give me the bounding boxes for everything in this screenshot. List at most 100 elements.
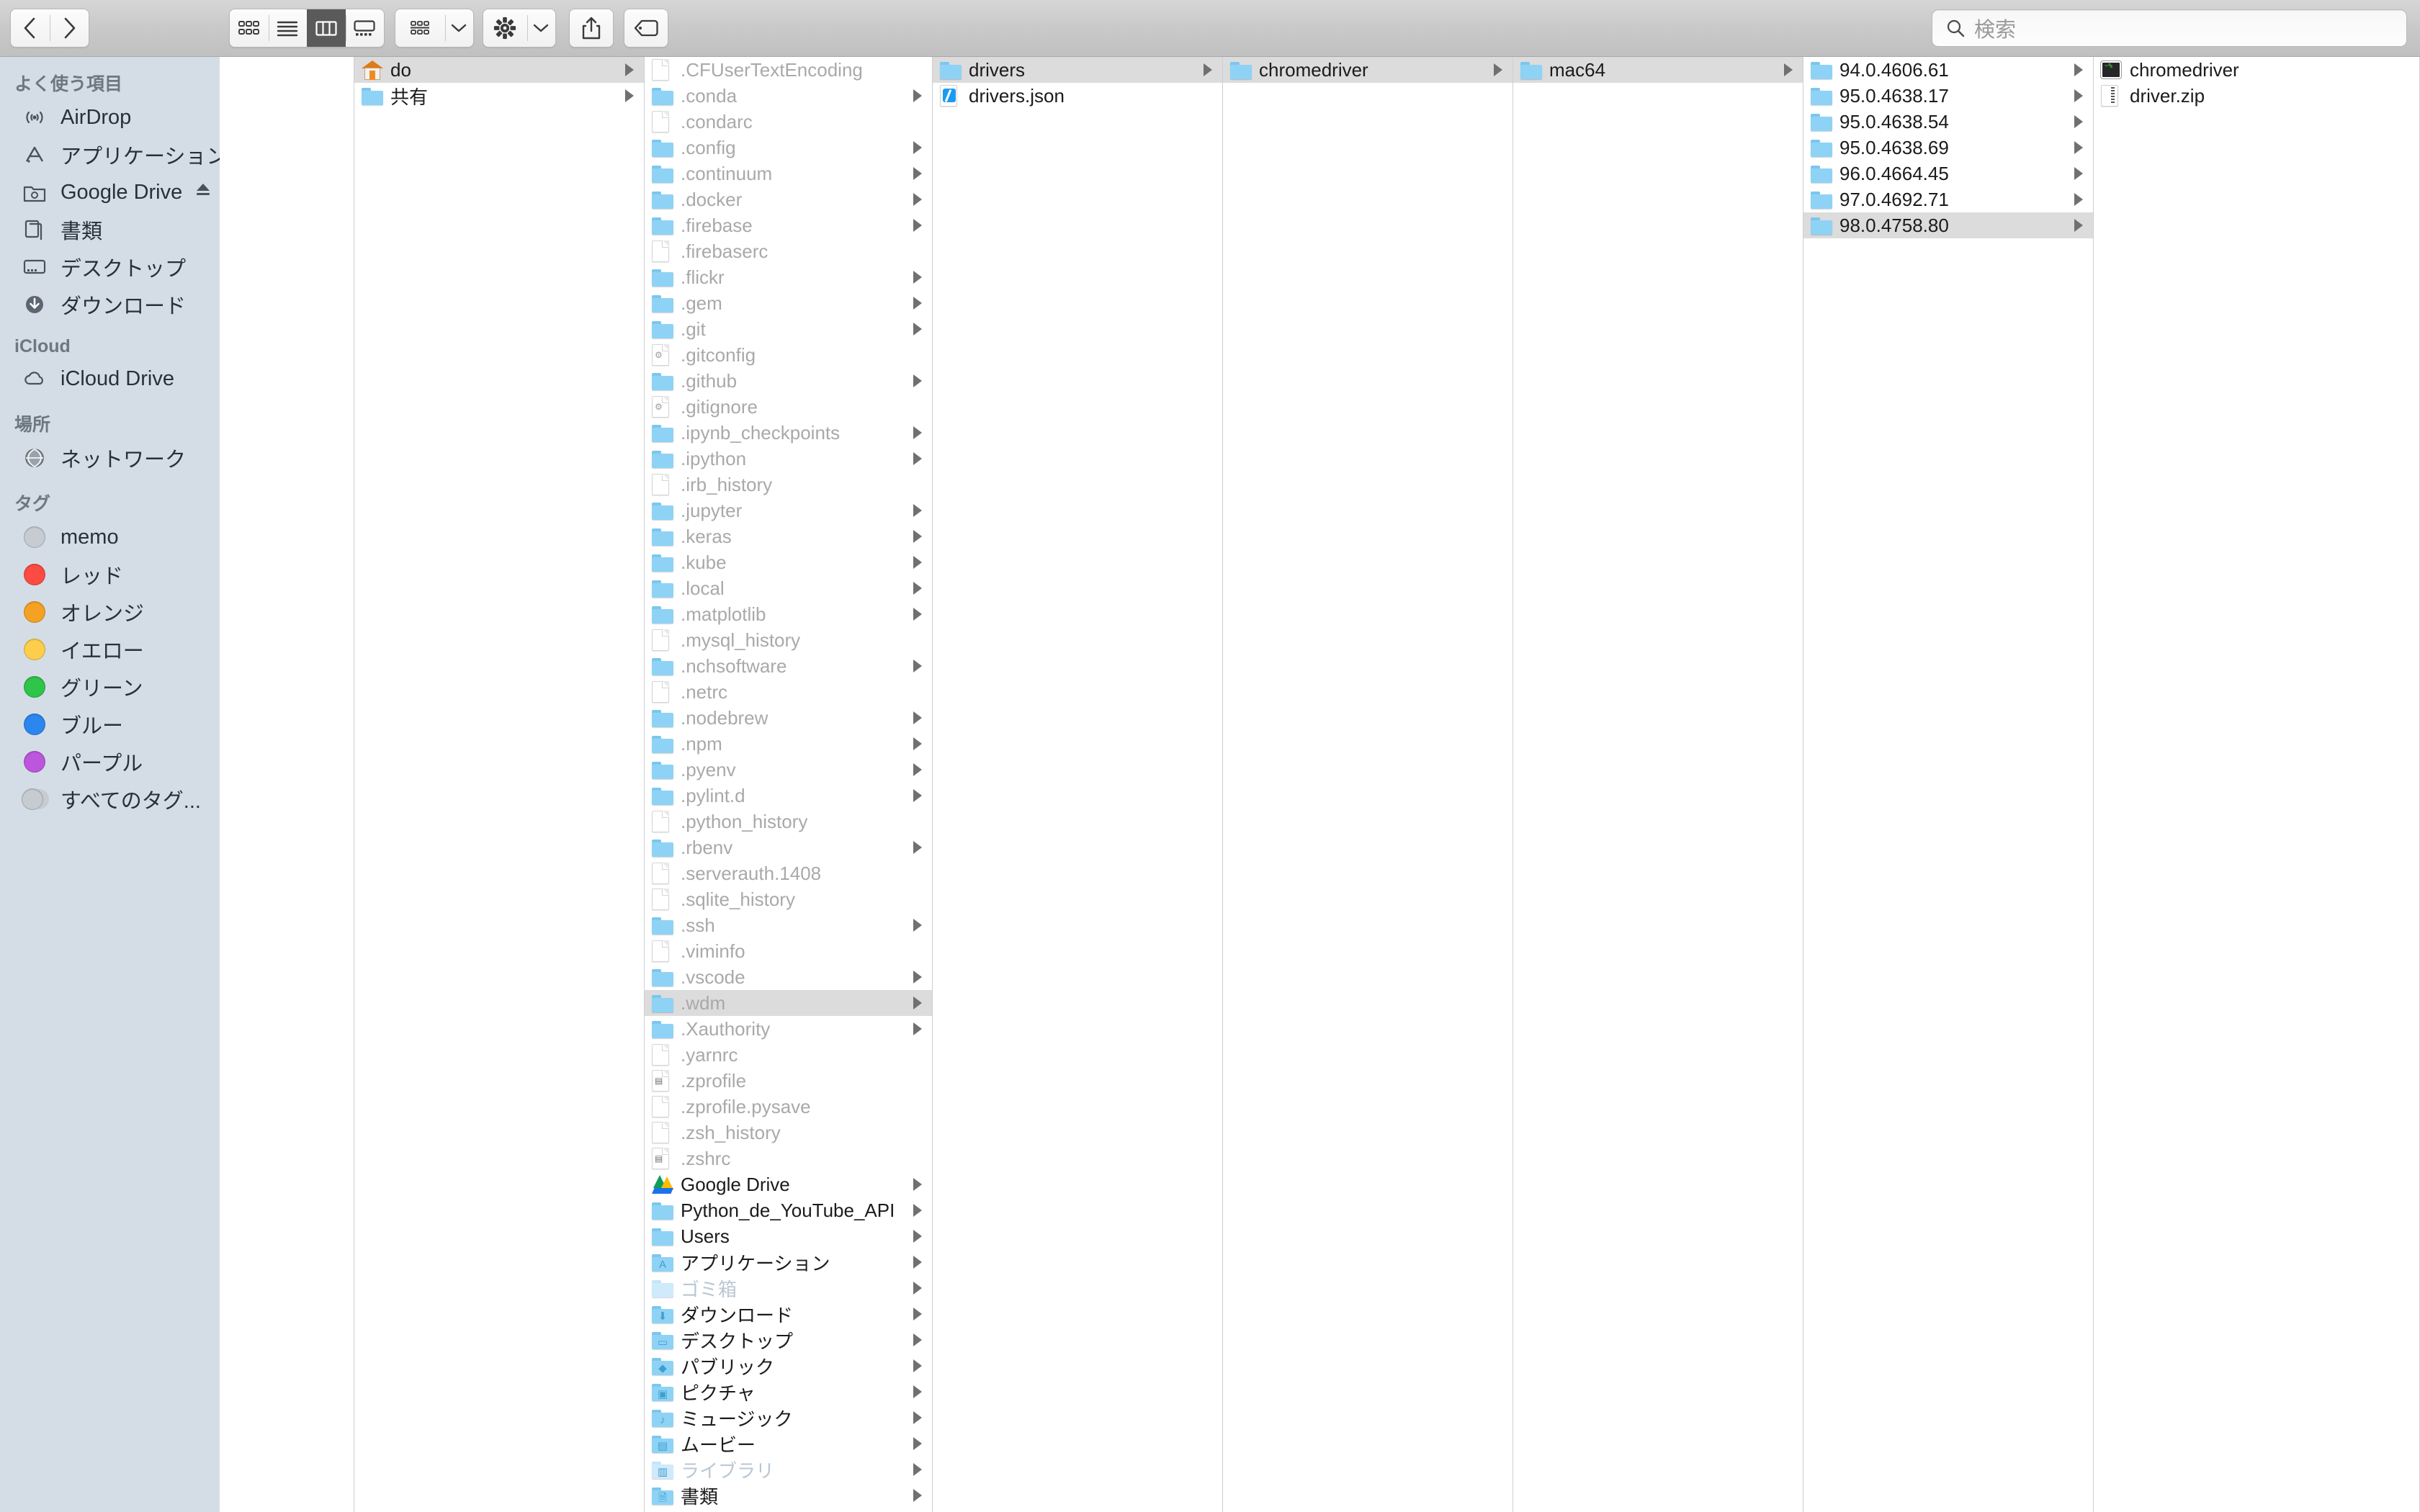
column-row[interactable]: .ipython [645,446,932,472]
column-row[interactable]: Google Drive [645,1171,932,1197]
sidebar-item-[interactable]: グリーン [0,668,220,706]
chevron-right-icon[interactable] [913,737,922,750]
column-row[interactable]: ◆パブリック [645,1353,932,1379]
column-row[interactable]: 97.0.4692.71 [1803,186,2093,212]
column-row[interactable]: .CFUserTextEncoding [645,57,932,83]
column-row[interactable]: .ipynb_checkpoints [645,420,932,446]
column-row[interactable]: .docker [645,186,932,212]
column-row[interactable]: .yarnrc [645,1042,932,1068]
column-row[interactable]: driver.zip [2094,83,2419,109]
sidebar-item-[interactable]: パープル [0,743,220,780]
column-row[interactable]: ⬇ダウンロード [645,1301,932,1327]
column-users[interactable] [220,57,354,1512]
chevron-right-icon[interactable] [913,971,922,984]
column-row[interactable]: 共有 [354,83,644,109]
sidebar-item-google-drive[interactable]: Google Drive [0,174,220,211]
chevron-right-icon[interactable] [1784,63,1793,76]
share-icon[interactable] [570,9,613,47]
chevron-right-icon[interactable] [913,271,922,284]
group-by-button[interactable] [395,9,474,48]
chevron-right-icon[interactable] [913,1359,922,1372]
column-row[interactable]: .Xauthority [645,1016,932,1042]
column-row[interactable]: 🗎書類 [645,1482,932,1508]
chevron-right-icon[interactable] [2074,63,2083,76]
search-field[interactable]: 検索 [1932,9,2407,47]
column-row[interactable]: .rbenv [645,834,932,860]
column-row[interactable]: drivers.json [933,83,1222,109]
chevron-right-icon[interactable] [913,1256,922,1269]
chevron-right-icon[interactable] [913,608,922,621]
sidebar-item-airdrop[interactable]: AirDrop [0,99,220,136]
chevron-right-icon[interactable] [1204,63,1212,76]
chevron-right-icon[interactable] [913,996,922,1009]
column-row[interactable]: .flickr [645,264,932,290]
column-row[interactable]: ▤.zshrc [645,1146,932,1171]
column-row[interactable]: ▭デスクトップ [645,1327,932,1353]
column-row[interactable]: ▤.zprofile [645,1068,932,1094]
sidebar-item-[interactable]: ネットワーク [0,439,220,477]
column-row[interactable]: ⚙.gitignore [645,394,932,420]
sidebar-item-memo[interactable]: memo [0,518,220,556]
sidebar-item-icloud-drive[interactable]: iCloud Drive [0,360,220,397]
column-row[interactable]: 98.0.4758.80 [1803,212,2093,238]
column-row[interactable]: ⚙.gitconfig [645,342,932,368]
icon-view-button[interactable] [230,9,269,47]
chevron-right-icon[interactable] [913,1022,922,1035]
gallery-view-button[interactable] [346,9,385,47]
chevron-right-icon[interactable] [2074,193,2083,206]
column-row[interactable]: ▥ライブラリ [645,1457,932,1482]
share-button[interactable] [569,9,614,48]
column-row[interactable]: .viminfo [645,938,932,964]
chevron-right-icon[interactable] [913,711,922,724]
chevron-right-icon[interactable] [913,530,922,543]
column-home-level[interactable]: do共有 [354,57,645,1512]
chevron-right-icon[interactable] [913,1282,922,1295]
group-by-icon[interactable] [395,9,445,47]
column-row[interactable]: .mysql_history [645,627,932,653]
column-row[interactable]: .vscode [645,964,932,990]
chevron-right-icon[interactable] [625,89,634,102]
chevron-right-icon[interactable] [1494,63,1502,76]
chevron-right-icon[interactable] [2074,141,2083,154]
chevron-right-icon[interactable] [913,141,922,154]
sidebar-item-[interactable]: ダウンロード [0,286,220,323]
column-row[interactable]: chromedriver [2094,57,2419,83]
column-row[interactable]: .nodebrew [645,705,932,731]
chevron-right-icon[interactable] [913,919,922,932]
column-row[interactable]: .continuum [645,161,932,186]
column-row[interactable]: .local [645,575,932,601]
chevron-right-icon[interactable] [625,63,634,76]
column-row[interactable]: .npm [645,731,932,757]
chevron-right-icon[interactable] [913,426,922,439]
column-row[interactable]: .wdm [645,990,932,1016]
gear-icon[interactable] [483,9,527,47]
column-row[interactable]: drivers [933,57,1222,83]
column-row[interactable]: .zsh_history [645,1120,932,1146]
chevron-right-icon[interactable] [913,323,922,336]
column-row[interactable]: do [354,57,644,83]
column-row[interactable]: .conda [645,83,932,109]
column-view-button[interactable] [307,9,346,47]
column-row[interactable]: .python_history [645,809,932,834]
chevron-right-icon[interactable] [913,1230,922,1243]
chevron-right-icon[interactable] [913,1463,922,1476]
chevron-right-icon[interactable] [913,504,922,517]
column-chromedriver-contents[interactable]: mac64 [1513,57,1803,1512]
list-view-button[interactable] [269,9,308,47]
action-chevron-down-icon[interactable] [527,9,555,47]
column-row[interactable]: .keras [645,523,932,549]
column-drivers-contents[interactable]: chromedriver [1223,57,1513,1512]
chevron-right-icon[interactable] [913,763,922,776]
column-row[interactable]: .github [645,368,932,394]
column-row[interactable]: .sqlite_history [645,886,932,912]
column-row[interactable]: Python_de_YouTube_API [645,1197,932,1223]
column-home-contents[interactable]: .CFUserTextEncoding.conda.condarc.config… [645,57,933,1512]
column-version-contents[interactable]: chromedriverdriver.zip [2094,57,2420,1512]
sidebar-item-[interactable]: デスクトップ [0,248,220,286]
column-row[interactable]: chromedriver [1223,57,1512,83]
back-button[interactable] [11,9,50,47]
chevron-right-icon[interactable] [913,374,922,387]
column-row[interactable]: 96.0.4664.45 [1803,161,2093,186]
column-row[interactable]: .git [645,316,932,342]
chevron-right-icon[interactable] [2074,167,2083,180]
